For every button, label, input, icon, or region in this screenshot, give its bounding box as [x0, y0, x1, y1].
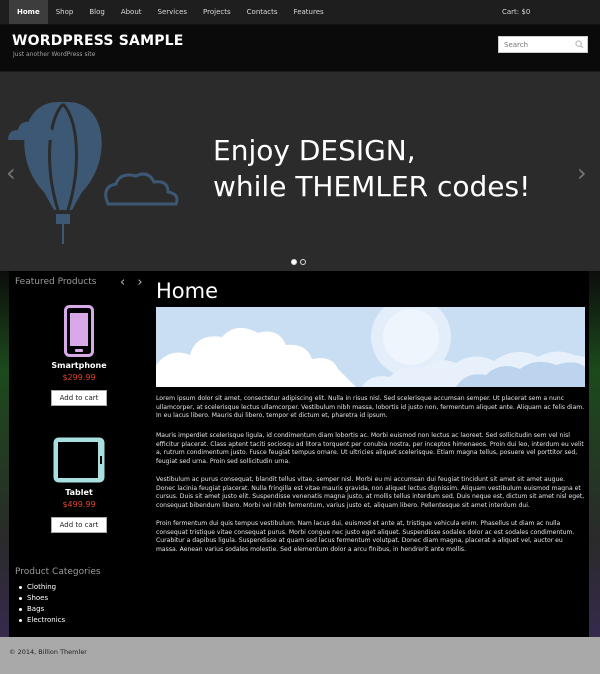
site-title[interactable]: WORDPRESS SAMPLE	[12, 33, 184, 49]
site-header: WORDPRESS SAMPLE Just another WordPress …	[0, 25, 600, 70]
body-paragraph: Vestibulum ac purus consequat, blandit t…	[156, 476, 585, 509]
nav-item-contacts[interactable]: Contacts	[239, 0, 286, 24]
product-categories-heading: Product Categories	[15, 567, 101, 577]
nav-item-about[interactable]: About	[113, 0, 150, 24]
page-title: Home	[156, 279, 219, 303]
slider-pagination	[291, 259, 306, 265]
nav-item-features[interactable]: Features	[286, 0, 332, 24]
nav-item-home[interactable]: Home	[9, 0, 48, 24]
main-content: Home Lorem ipsum dolor sit amet, consect…	[149, 271, 589, 637]
nav-item-shop[interactable]: Shop	[48, 0, 82, 24]
featured-products-carousel-arrows-icon[interactable]: ‹ ›	[120, 275, 147, 290]
product-card-smartphone: Smartphone $299.99 Add to cart	[9, 305, 149, 406]
add-to-cart-button[interactable]: Add to cart	[50, 517, 108, 533]
body-paragraph: Mauris imperdiet scelerisque ligula, id …	[156, 432, 584, 465]
site-footer: © 2014, Billion Themler	[0, 637, 600, 674]
search-icon[interactable]	[575, 40, 584, 49]
main-menu: Home Shop Blog About Services Projects C…	[9, 0, 332, 24]
body-paragraph: Lorem ipsum dolor sit amet, consectetur …	[156, 395, 585, 419]
slider-next-arrow-icon[interactable]: ›	[577, 159, 587, 187]
clouds-header-image	[156, 307, 585, 387]
hot-air-balloon-illustration	[8, 102, 179, 244]
tablet-icon[interactable]	[52, 436, 106, 484]
search-input[interactable]	[499, 37, 582, 52]
cart-link[interactable]: Cart: $0	[502, 0, 530, 24]
top-nav-bar: Home Shop Blog About Services Projects C…	[0, 0, 600, 25]
copyright-text: © 2014, Billion Themler	[9, 648, 87, 656]
nav-item-services[interactable]: Services	[150, 0, 196, 24]
slider-dot-2[interactable]	[300, 259, 306, 265]
hero-slider: Enjoy DESIGN, while THEMLER codes! ‹ ›	[0, 71, 600, 271]
slide-caption-line-1: Enjoy DESIGN,	[213, 134, 416, 167]
nav-item-projects[interactable]: Projects	[195, 0, 239, 24]
product-price: $499.99	[62, 500, 96, 509]
category-list: Clothing Shoes Bags Electronics	[19, 582, 65, 626]
nav-item-blog[interactable]: Blog	[81, 0, 112, 24]
search-form	[498, 36, 588, 53]
slider-prev-arrow-icon[interactable]: ‹	[6, 159, 16, 187]
category-link-bags[interactable]: Bags	[19, 604, 65, 615]
slide-caption: Enjoy DESIGN, while THEMLER codes!	[213, 133, 530, 205]
product-card-tablet: Tablet $499.99 Add to cart	[9, 436, 149, 533]
product-name[interactable]: Smartphone	[9, 361, 149, 370]
category-link-electronics[interactable]: Electronics	[19, 615, 65, 626]
category-link-shoes[interactable]: Shoes	[19, 593, 65, 604]
smartphone-icon[interactable]	[64, 305, 94, 357]
slider-dot-1[interactable]	[291, 259, 297, 265]
body-paragraph: Proin fermentum dui quis tempus vestibul…	[156, 520, 575, 553]
product-price: $299.99	[62, 373, 96, 382]
category-link-clothing[interactable]: Clothing	[19, 582, 65, 593]
slide-caption-line-2: while THEMLER codes!	[213, 170, 531, 203]
sidebar: Featured Products ‹ › Smartphone $299.99…	[9, 271, 149, 637]
featured-products-heading: Featured Products	[15, 277, 97, 287]
site-tagline: Just another WordPress site	[13, 51, 96, 58]
product-name[interactable]: Tablet	[9, 488, 149, 497]
add-to-cart-button[interactable]: Add to cart	[50, 390, 108, 406]
